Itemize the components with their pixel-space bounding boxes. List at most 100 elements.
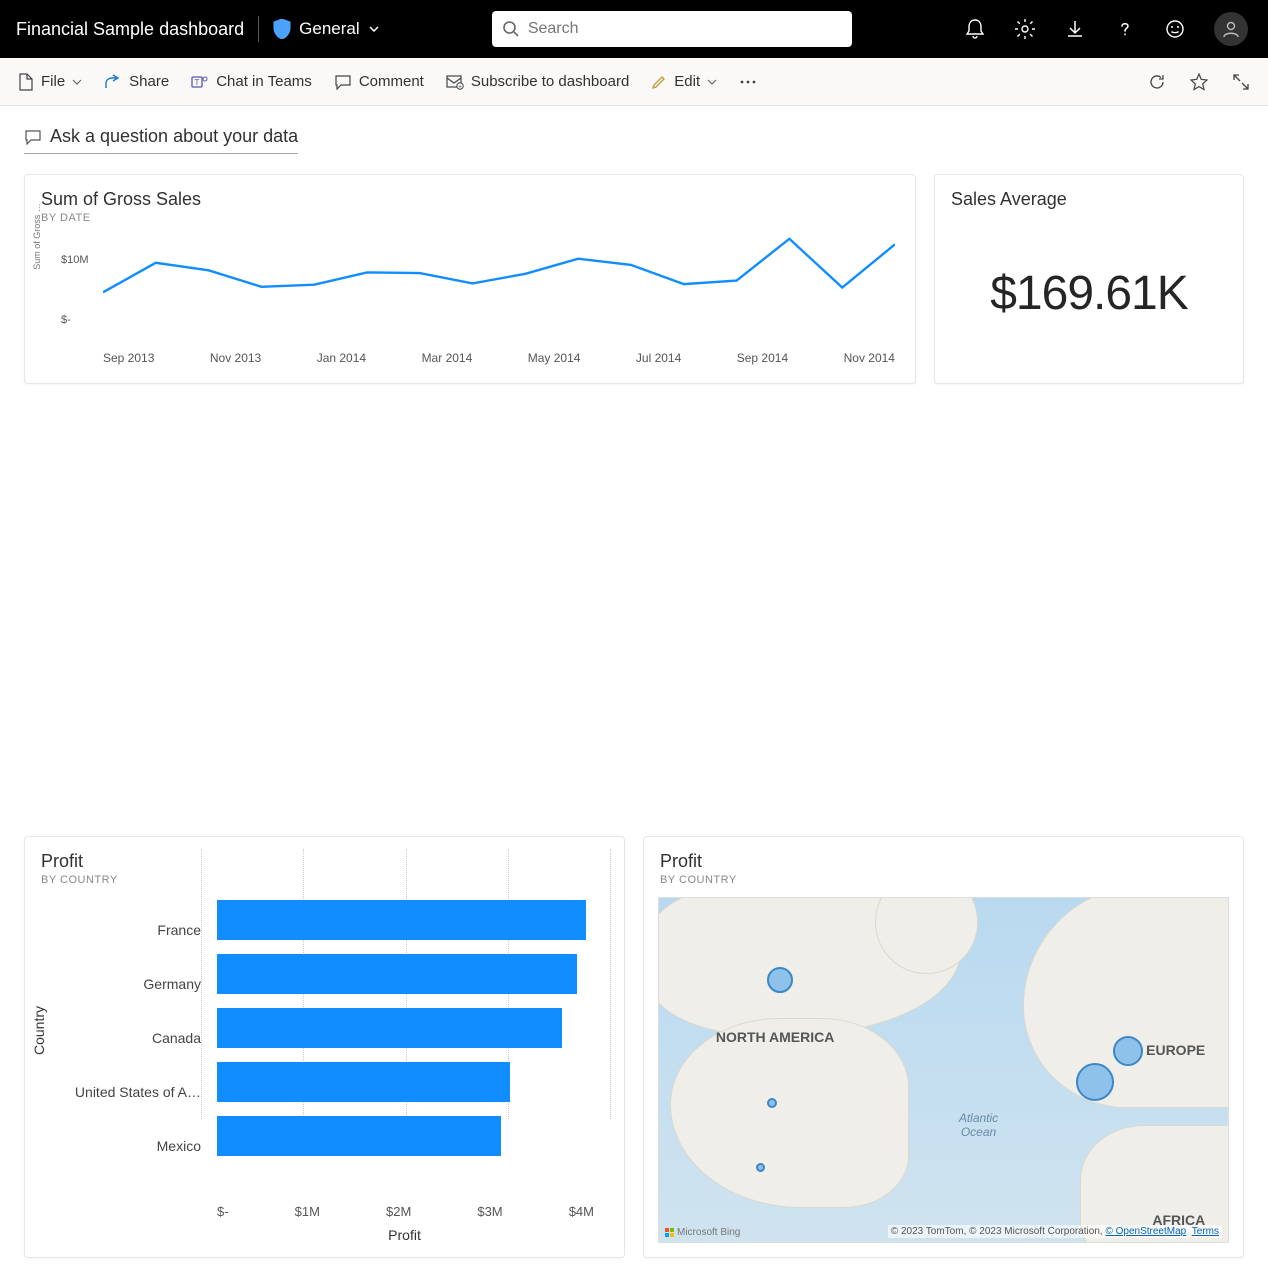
qna-input[interactable]: Ask a question about your data [24, 124, 298, 154]
map-label-eu: EUROPE [1146, 1042, 1205, 1058]
x-tick: Mar 2014 [422, 351, 473, 365]
sensitivity-label: General [299, 19, 359, 39]
search-icon [502, 20, 520, 38]
chevron-down-icon [368, 23, 380, 35]
comment-icon [334, 74, 352, 90]
bar-category-label: Germany [41, 976, 211, 992]
file-icon [18, 73, 34, 91]
ellipsis-icon [739, 79, 757, 85]
sensitivity-dropdown[interactable]: General [273, 19, 379, 39]
y-axis-label: Sum of Gross … [32, 203, 42, 270]
more-options-button[interactable] [739, 79, 757, 85]
map-land [1023, 897, 1229, 1108]
refresh-icon [1148, 73, 1166, 91]
tile-title: Sales Average [951, 189, 1227, 210]
microsoft-icon [665, 1228, 674, 1237]
bar-category-label: United States of A… [41, 1084, 211, 1100]
x-tick: $3M [477, 1204, 502, 1219]
tile-subtitle: BY DATE [41, 212, 899, 224]
map-osm-link[interactable]: © OpenStreetMap [1105, 1226, 1186, 1237]
bar-fill [217, 1062, 510, 1102]
y-tick: $- [61, 314, 71, 326]
y-tick: $10M [61, 254, 89, 266]
x-tick: Sep 2013 [103, 351, 154, 365]
share-button[interactable]: Share [104, 73, 169, 90]
download-icon[interactable] [1064, 18, 1086, 40]
comment-label: Comment [359, 73, 424, 90]
map-visual[interactable]: NORTH AMERICA EUROPE AFRICA AtlanticOcea… [658, 897, 1229, 1243]
kpi-value: $169.61K [951, 266, 1227, 321]
dashboard-row-1: Sum of Gross Sales BY DATE Sum of Gross … [0, 160, 1268, 836]
x-axis-label: Profit [41, 1227, 608, 1243]
bar-row: Germany [217, 952, 608, 996]
map-provider-logo: Microsoft Bing [665, 1227, 740, 1238]
tile-profit-bar[interactable]: Profit BY COUNTRY Country FranceGermanyC… [24, 836, 625, 1258]
share-icon [104, 74, 122, 90]
chat-teams-button[interactable]: T Chat in Teams [191, 73, 312, 90]
line-chart: Sum of Gross … $10M $- Sep 2013Nov 2013J… [41, 230, 899, 365]
x-tick: May 2014 [528, 351, 581, 365]
bar-fill [217, 1116, 501, 1156]
tile-title: Sum of Gross Sales [41, 189, 899, 210]
x-ticks: $-$1M$2M$3M$4M [41, 1204, 608, 1219]
feedback-icon[interactable] [1164, 18, 1186, 40]
bar-row: Mexico [217, 1114, 608, 1158]
header-divider [258, 16, 259, 42]
search-box[interactable] [492, 11, 852, 47]
line-plot [103, 234, 895, 330]
settings-icon[interactable] [1014, 18, 1036, 40]
help-icon[interactable] [1114, 18, 1136, 40]
search-input[interactable] [528, 20, 842, 38]
svg-text:T: T [195, 78, 200, 87]
qna-placeholder: Ask a question about your data [50, 126, 298, 147]
map-label-ocean: AtlanticOcean [944, 1111, 1014, 1139]
command-bar-right [1148, 73, 1250, 91]
tile-title: Profit [660, 851, 1227, 872]
chat-label: Chat in Teams [216, 73, 312, 90]
file-menu[interactable]: File [18, 73, 82, 91]
teams-icon: T [191, 74, 209, 90]
file-label: File [41, 73, 65, 90]
tile-profit-map[interactable]: Profit BY COUNTRY NORTH AMERICA EUROPE A… [643, 836, 1244, 1258]
bar-row: United States of A… [217, 1060, 608, 1104]
edit-menu[interactable]: Edit [651, 73, 717, 90]
bar-category-label: France [41, 922, 211, 938]
subscribe-icon: + [446, 74, 464, 90]
page-title: Financial Sample dashboard [14, 19, 244, 40]
bar-fill [217, 1008, 562, 1048]
fullscreen-button[interactable] [1232, 73, 1250, 91]
bar-row: France [217, 898, 608, 942]
tile-title: Profit [41, 851, 608, 872]
subscribe-button[interactable]: + Subscribe to dashboard [446, 73, 629, 90]
x-ticks: Sep 2013 Nov 2013 Jan 2014 Mar 2014 May 2014… [103, 351, 895, 365]
tile-subtitle: BY COUNTRY [660, 874, 1227, 886]
notifications-icon[interactable] [964, 18, 986, 40]
tile-subtitle: BY COUNTRY [41, 874, 608, 886]
comment-button[interactable]: Comment [334, 73, 424, 90]
command-bar: File Share T Chat in Teams Comment + Sub… [0, 58, 1268, 106]
map-bubble-mexico [756, 1163, 765, 1172]
x-tick: $1M [295, 1204, 320, 1219]
refresh-button[interactable] [1148, 73, 1166, 91]
star-icon [1190, 73, 1208, 91]
share-label: Share [129, 73, 169, 90]
bar-category-label: Mexico [41, 1138, 211, 1154]
map-land [670, 1018, 909, 1207]
x-tick: Jul 2014 [636, 351, 681, 365]
x-tick: $- [217, 1204, 229, 1219]
tile-gross-sales-line[interactable]: Sum of Gross Sales BY DATE Sum of Gross … [24, 174, 916, 384]
chevron-down-icon [707, 77, 717, 87]
account-avatar[interactable] [1214, 12, 1248, 46]
bar-row: Canada [217, 1006, 608, 1050]
x-tick: Nov 2013 [210, 351, 261, 365]
map-terms-link[interactable]: Terms [1192, 1226, 1219, 1237]
x-tick: Jan 2014 [317, 351, 366, 365]
map-label-na: NORTH AMERICA [716, 1029, 834, 1045]
tile-sales-average-kpi[interactable]: Sales Average $169.61K [934, 174, 1244, 384]
x-tick: $4M [569, 1204, 594, 1219]
pencil-icon [651, 74, 667, 90]
header-actions [964, 12, 1254, 46]
favorite-button[interactable] [1190, 73, 1208, 91]
subscribe-label: Subscribe to dashboard [471, 73, 629, 90]
map-attribution: © 2023 TomTom, © 2023 Microsoft Corporat… [888, 1225, 1222, 1238]
